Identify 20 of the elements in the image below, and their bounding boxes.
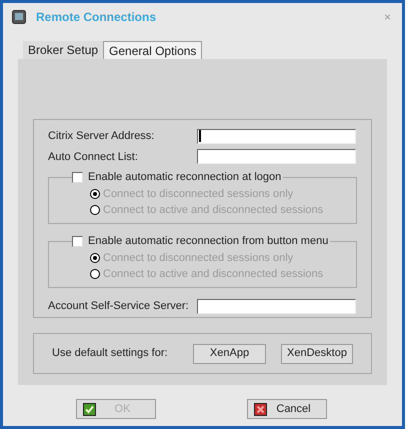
- check-icon: [83, 402, 96, 416]
- preset-button[interactable]: XenApp: [193, 344, 266, 364]
- input-field[interactable]: [197, 128, 356, 144]
- field-label: Use default settings for:: [52, 346, 169, 362]
- input-field[interactable]: [197, 149, 356, 164]
- window-title: Remote Connections: [36, 9, 158, 26]
- tab[interactable]: Broker Setup: [23, 41, 104, 59]
- app-icon: [12, 10, 26, 24]
- checkbox[interactable]: [72, 172, 83, 183]
- checkbox-label[interactable]: Enable automatic reconnection at logon: [88, 169, 282, 186]
- tab[interactable]: General Options: [103, 41, 202, 59]
- field-label: Citrix Server Address:: [48, 129, 156, 144]
- field-label: Account Self-Service Server:: [48, 299, 190, 314]
- cancel-button[interactable]: Cancel: [247, 399, 327, 419]
- input-field[interactable]: [197, 298, 356, 314]
- preset-button[interactable]: XenDesktop: [281, 344, 353, 364]
- cancel-icon: [254, 402, 267, 416]
- checkbox[interactable]: [72, 236, 83, 247]
- field-label: Auto Connect List:: [48, 150, 139, 164]
- checkbox-label[interactable]: Enable automatic reconnection from button menu: [88, 233, 328, 250]
